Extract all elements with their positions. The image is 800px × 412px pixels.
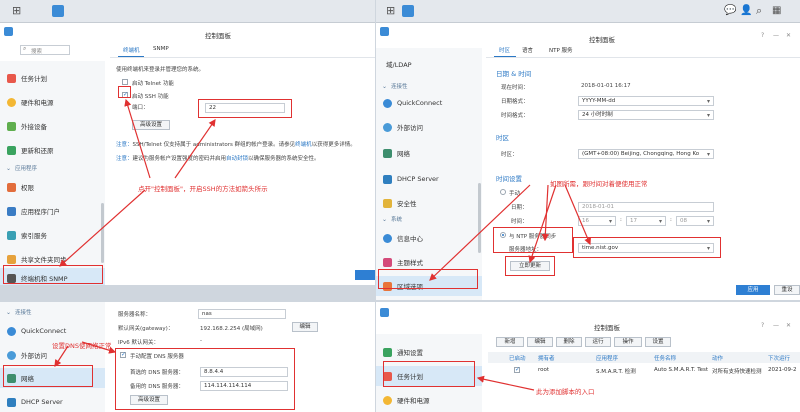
arrow-to-terminal xyxy=(59,189,146,267)
arrow-to-network xyxy=(54,345,69,368)
arrow-to-update xyxy=(528,184,557,264)
arrow-to-dns xyxy=(81,341,117,354)
arrow-to-ssh xyxy=(124,98,151,179)
arrow-to-region xyxy=(429,184,531,281)
annotation-arrows xyxy=(54,98,591,391)
arrow-to-task xyxy=(476,375,535,391)
arrow-to-port xyxy=(174,119,216,179)
arrow-to-server xyxy=(564,184,591,246)
